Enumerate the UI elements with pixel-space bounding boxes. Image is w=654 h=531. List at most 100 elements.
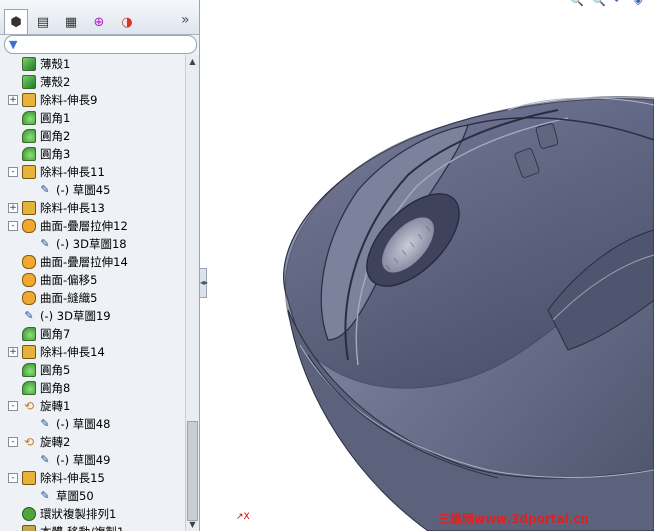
tree-item[interactable]: 圓角8 [22,379,70,397]
fillet-feature-icon [22,129,36,143]
body-feature-icon [22,525,36,531]
tree-item-label: (-) 草圖48 [56,417,111,431]
tree-item[interactable]: 圓角3 [22,145,70,163]
feature-manager-icon: ⬢ [10,14,22,30]
tree-item-label: 薄殼1 [40,57,71,71]
previous-view-icon[interactable]: ↶ [614,0,623,7]
collapse-icon[interactable]: - [8,221,18,231]
tree-item[interactable]: + 除料-伸長14 [8,343,105,361]
tree-item[interactable]: + 除料-伸長9 [8,91,98,109]
fillet-feature-icon [22,327,36,341]
sketch-feature-icon: ✎ [40,453,50,466]
tree-item[interactable]: 本體-移動/複製1 [22,523,124,531]
graphics-viewport[interactable] [208,0,654,531]
display-manager-icon: ◑ [121,14,133,30]
tree-item[interactable]: 曲面-偏移5 [22,271,97,289]
triad-axis-icon: ↗ [236,512,244,522]
pattern-feature-icon [22,507,36,521]
tree-item[interactable]: 圓角1 [22,109,70,127]
panel-collapse-handle[interactable]: ◂▸ [199,268,208,298]
fillet-feature-icon [22,381,36,395]
cut-feature-icon [22,93,36,107]
zoom-area-icon[interactable]: 🔍 [592,0,606,7]
tree-item-label: 旋轉2 [40,435,71,449]
tree-item-label: 圓角5 [40,363,71,377]
panel-tab-bar: ⬢ ▤ ▦ ⊕ ◑ » [0,0,199,35]
tree-item[interactable]: - 除料-伸長15 [8,469,105,487]
tree-item[interactable]: - 除料-伸長11 [8,163,105,181]
property-manager-tab[interactable]: ▤ [32,11,54,33]
tree-item[interactable]: - ⟲ 旋轉2 [8,433,71,451]
sketch-feature-icon: ✎ [40,489,50,502]
collapse-icon[interactable]: - [8,437,18,447]
tree-item-label: 圓角2 [40,129,71,143]
sketch-feature-icon: ✎ [40,417,50,430]
tree-item-label: (-) 草圖49 [56,453,111,467]
scroll-thumb[interactable] [187,421,198,521]
tree-item[interactable]: 圓角7 [22,325,70,343]
tree-scrollbar[interactable]: ▲ ▼ [185,55,199,531]
tree-item[interactable]: ✎ 草圖50 [38,487,94,505]
tree-item[interactable]: 薄殼2 [22,73,70,91]
view-toolbar: 🔍 🔍 ↶ ◈ [210,0,654,8]
sketch3d-feature-icon: ✎ [40,237,50,250]
feature-manager-tab[interactable]: ⬢ [4,9,28,34]
tree-item-label: (-) 3D草圖19 [40,309,111,323]
property-manager-icon: ▤ [36,14,50,30]
tree-item-label: 曲面-偏移5 [40,273,98,287]
cut-feature-icon [22,165,36,179]
configuration-manager-tab[interactable]: ▦ [60,11,82,33]
tree-item-label: 本體-移動/複製1 [40,524,124,531]
tree-item-label: 除料-伸長14 [40,345,105,359]
tree-item[interactable]: 曲面-縫織5 [22,289,97,307]
sketch-feature-icon: ✎ [40,183,50,196]
configuration-manager-icon: ▦ [64,14,78,30]
tree-item[interactable]: ✎ (-) 3D草圖19 [22,307,111,325]
scroll-down-arrow-icon[interactable]: ▼ [186,518,199,531]
tree-item[interactable]: - ⟲ 旋轉1 [8,397,71,415]
collapse-icon[interactable]: - [8,401,18,411]
collapse-icon[interactable]: - [8,167,18,177]
tree-item-label: 草圖50 [56,489,94,503]
tree-item-label: 旋轉1 [40,399,71,413]
tree-item[interactable]: 圓角2 [22,127,70,145]
tree-item[interactable]: ✎ (-) 3D草圖18 [38,235,126,253]
tree-item[interactable]: - 曲面-疊層拉伸12 [8,217,128,235]
expand-icon[interactable]: + [8,347,18,357]
tree-item[interactable]: 薄殼1 [22,55,70,73]
cut-feature-icon [22,471,36,485]
tree-item-label: 環狀複製排列1 [40,507,117,521]
tree-item[interactable]: ✎ (-) 草圖45 [38,181,110,199]
tree-item-label: (-) 草圖45 [56,183,111,197]
tree-item[interactable]: ✎ (-) 草圖48 [38,415,110,433]
tree-item[interactable]: 曲面-疊層拉伸14 [22,253,128,271]
tree-item-label: 除料-伸長9 [40,93,98,107]
tree-item[interactable]: 環狀複製排列1 [22,505,116,523]
expand-icon[interactable]: + [8,95,18,105]
shell-feature-icon [22,57,36,71]
expand-icon[interactable]: + [8,203,18,213]
display-manager-tab[interactable]: ◑ [116,11,138,33]
zoom-to-fit-icon[interactable]: 🔍 [570,0,584,7]
tree-item-label: 圓角7 [40,327,71,341]
tree-item[interactable]: 圓角5 [22,361,70,379]
tree-item[interactable]: + 除料-伸長13 [8,199,105,217]
watermark: 三维网www.3dportal.cn [438,512,589,526]
dimxpert-icon: ⊕ [93,14,105,30]
tree-item-label: 圓角8 [40,381,71,395]
more-tabs-chevron-icon[interactable]: » [181,12,190,28]
mouse-3d-model [283,96,654,531]
section-view-icon[interactable]: ◈ [634,0,642,7]
dimxpert-tab[interactable]: ⊕ [88,11,110,33]
loft-feature-icon [22,273,36,287]
tree-item-label: 圓角1 [40,111,71,125]
tree-item-label: 薄殼2 [40,75,71,89]
tree-filter-input[interactable]: ▼ [4,35,197,54]
revolve-feature-icon: ⟲ [23,399,35,413]
scroll-up-arrow-icon[interactable]: ▲ [186,55,199,68]
loft-feature-icon [22,219,36,233]
tree-item[interactable]: ✎ (-) 草圖49 [38,451,110,469]
collapse-icon[interactable]: - [8,473,18,483]
loft-feature-icon [22,255,36,269]
shell-feature-icon [22,75,36,89]
